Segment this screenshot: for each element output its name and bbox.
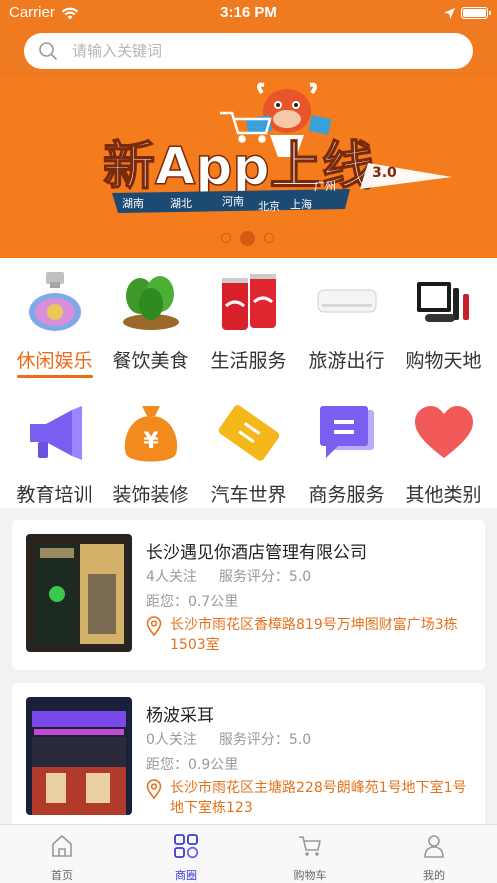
- category-label: 其他类别: [405, 484, 482, 506]
- category-travel[interactable]: 旅游出行: [297, 270, 396, 380]
- banner-version: 3.0: [372, 165, 397, 181]
- money-bag-icon: ¥: [120, 402, 182, 464]
- banner-city-3: 河南: [222, 195, 244, 208]
- service-score: 服务评分：5.0: [218, 732, 312, 748]
- category-other[interactable]: 其他类别: [394, 402, 493, 507]
- category-auto[interactable]: 汽车世界: [199, 402, 298, 507]
- service-score: 服务评分：5.0: [218, 569, 312, 585]
- chat-icon: [316, 402, 378, 464]
- store-photo: [26, 697, 132, 815]
- store-meta: 4人关注 服务评分：5.0: [146, 566, 311, 586]
- vegetables-icon: [120, 270, 182, 332]
- category-label: 休闲娱乐: [16, 350, 93, 372]
- grid-icon: [173, 833, 199, 859]
- perfume-icon: [24, 270, 86, 332]
- tab-label: 我的: [423, 869, 445, 882]
- store-meta: 0人关注 服务评分：5.0: [146, 729, 311, 749]
- category-decoration[interactable]: ¥ 装饰装修: [101, 402, 200, 507]
- category-label: 餐饮美食: [112, 350, 189, 372]
- cart-icon: [297, 833, 323, 859]
- location-arrow-icon: [443, 6, 456, 24]
- tab-bar: 首页 商圈 购物车 我的: [0, 824, 497, 883]
- category-food[interactable]: 餐饮美食: [101, 270, 200, 380]
- category-grid: 休闲娱乐 餐饮美食 生活服务 旅游出行 购物天地 教育培训 ¥ 装饰装修 汽车世…: [0, 258, 497, 508]
- category-shopping[interactable]: 购物天地: [394, 270, 493, 380]
- store-address: 长沙市雨花区主塘路228号朗峰苑1号地下室1号地下室栋123: [170, 780, 467, 816]
- category-label: 教育培训: [16, 484, 93, 506]
- location-pin-icon: [146, 616, 162, 640]
- heart-icon: [413, 402, 475, 464]
- category-business[interactable]: 商务服务: [297, 402, 396, 507]
- category-education[interactable]: 教育培训: [5, 402, 104, 507]
- search-bar[interactable]: [24, 33, 473, 69]
- category-label: 汽车世界: [210, 484, 287, 506]
- category-life-services[interactable]: 生活服务: [199, 270, 298, 380]
- store-name: 杨波采耳: [146, 706, 214, 726]
- cosmetics-icon: [413, 270, 475, 332]
- store-distance: 距您：0.9公里: [146, 757, 239, 773]
- tab-business-circle[interactable]: 商圈: [124, 825, 248, 883]
- banner-city-1: 湖南: [122, 197, 144, 210]
- category-leisure[interactable]: 休闲娱乐: [5, 270, 104, 380]
- category-label: 商务服务: [308, 484, 385, 506]
- tab-label: 首页: [51, 869, 73, 882]
- banner-city-5: 上海: [290, 197, 312, 211]
- banner-city-6: 广州: [314, 180, 336, 193]
- header: Carrier 3:16 PM: [0, 0, 497, 77]
- status-bar: Carrier 3:16 PM: [0, 0, 497, 26]
- active-category-indicator: [17, 375, 93, 378]
- store-name: 长沙遇见你酒店管理有限公司: [146, 543, 367, 563]
- search-input[interactable]: [72, 33, 452, 69]
- tab-cart[interactable]: 购物车: [248, 825, 372, 883]
- store-card[interactable]: 杨波采耳 0人关注 服务评分：5.0 距您：0.9公里 长沙市雨花区主塘路228号…: [12, 683, 485, 833]
- megaphone-icon: [24, 402, 86, 464]
- user-icon: [421, 833, 447, 859]
- home-icon: [49, 833, 75, 859]
- tab-label: 商圈: [175, 869, 197, 882]
- battery-icon: [461, 7, 491, 19]
- category-label: 购物天地: [405, 350, 482, 372]
- follower-count: 0人关注: [146, 732, 197, 748]
- tab-mine[interactable]: 我的: [372, 825, 496, 883]
- ticket-icon: [218, 402, 280, 464]
- banner-city-2: 湖北: [170, 197, 192, 210]
- carousel-dot-3[interactable]: [264, 233, 274, 243]
- tab-label: 购物车: [293, 869, 327, 882]
- store-photo: [26, 534, 132, 652]
- carousel-dot-2-active[interactable]: [240, 231, 255, 246]
- air-conditioner-icon: [316, 270, 378, 332]
- store-address: 长沙市雨花区香樟路819号万坤图财富广场3栋1503室: [170, 617, 458, 653]
- svg-text:¥: ¥: [143, 429, 159, 454]
- category-label: 生活服务: [210, 350, 287, 372]
- store-card[interactable]: 长沙遇见你酒店管理有限公司 4人关注 服务评分：5.0 距您：0.7公里 长沙市雨…: [12, 520, 485, 670]
- cola-cans-icon: [218, 270, 280, 332]
- banner-city-4: 北京: [258, 199, 280, 213]
- search-icon: [38, 41, 58, 65]
- clock: 3:16 PM: [220, 4, 277, 21]
- location-pin-icon: [146, 779, 162, 803]
- follower-count: 4人关注: [146, 569, 197, 585]
- tab-home[interactable]: 首页: [0, 825, 124, 883]
- carousel-dot-1[interactable]: [221, 233, 231, 243]
- category-label: 旅游出行: [308, 350, 385, 372]
- store-distance: 距您：0.7公里: [146, 594, 239, 610]
- category-label: 装饰装修: [112, 484, 189, 506]
